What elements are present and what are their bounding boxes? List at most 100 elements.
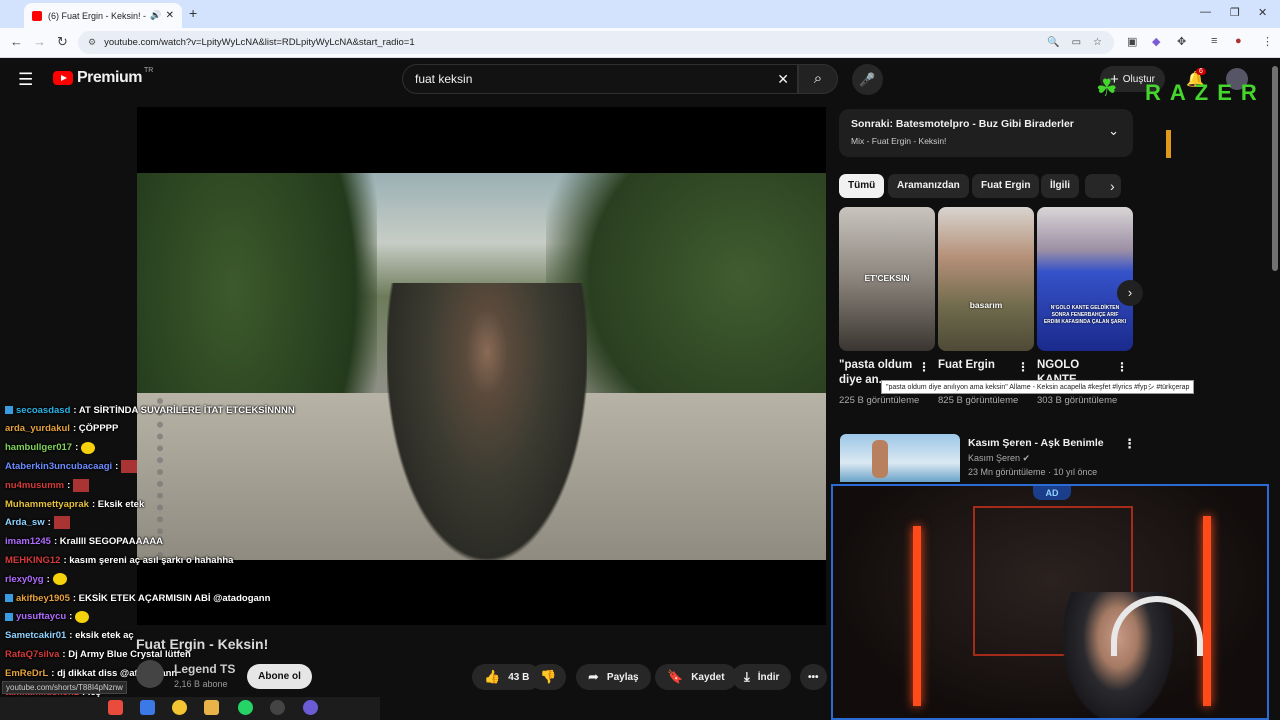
chat-message: Sametcakir01: eksik etek aç [5, 628, 134, 644]
omnibox[interactable]: ⚙ youtube.com/watch?v=LpityWyLcNA&list=R… [78, 31, 1114, 54]
related-video-title[interactable]: Kasım Şeren - Aşk Benimle [968, 437, 1104, 449]
chip-fuat-ergin[interactable]: Fuat Ergin [972, 174, 1040, 198]
chat-emote-icon [53, 516, 70, 530]
webcam-badge: AD [1033, 486, 1071, 500]
voice-search-button[interactable]: 🎤 [852, 64, 883, 95]
os-taskbar [0, 697, 380, 720]
profile-avatar-icon[interactable]: ● [1235, 35, 1242, 47]
short-thumbnail[interactable]: basarım [938, 207, 1034, 351]
taskbar-app-icon[interactable] [270, 700, 285, 715]
chevron-right-icon[interactable]: › [1110, 178, 1115, 194]
download-label: İndir [757, 671, 780, 683]
chevron-down-icon[interactable]: ⌄ [1108, 123, 1119, 139]
share-button[interactable]: ➦ Paylaş [576, 664, 651, 690]
extensions-puzzle-icon[interactable]: ✥ [1177, 35, 1186, 48]
short-thumbnail[interactable]: ET'CEKSIN [839, 207, 935, 351]
chat-message: akifbey1905: EKSİK ETEK AÇARMISIN ABİ @a… [5, 590, 270, 606]
chat-message: Arda_sw : [5, 515, 70, 531]
short-caption: N'GOLO KANTE GELDİKTEN SONRA FENERBAHÇE … [1043, 305, 1127, 325]
video-thumbnail[interactable] [840, 434, 960, 482]
youtube-logo[interactable]: Premium TR [53, 66, 154, 87]
search-input[interactable]: fuat keksin ✕ [402, 64, 798, 94]
audio-playing-icon[interactable]: 🔊 [150, 10, 161, 21]
site-info-icon[interactable]: ⚙ [88, 37, 96, 48]
chat-username: rlexy0yg [5, 573, 44, 585]
minimize-button[interactable]: — [1200, 6, 1211, 18]
tab-close-icon[interactable]: ✕ [166, 10, 174, 21]
channel-avatar[interactable] [136, 660, 164, 688]
clear-search-icon[interactable]: ✕ [777, 71, 789, 88]
back-button[interactable]: ← [10, 34, 23, 49]
chat-username: hambullger017 [5, 442, 73, 454]
new-tab-button[interactable]: + [189, 5, 197, 21]
taskbar-app-icon[interactable] [140, 700, 155, 715]
chip-from-search[interactable]: Aramanızdan [888, 174, 969, 198]
zoom-icon[interactable]: 🔍 [1047, 37, 1059, 48]
more-actions-button[interactable]: ••• [800, 664, 827, 690]
cast-icon[interactable]: ▭ [1072, 37, 1081, 48]
reading-list-icon[interactable]: ≡ [1211, 35, 1217, 47]
related-video-item[interactable]: Kasım Şeren - Aşk Benimle Kasım Şeren ✔ … [840, 434, 1136, 482]
chat-username: Ataberkin3uncubacaagi [5, 460, 113, 472]
dislike-button[interactable]: 👎 [530, 664, 567, 690]
more-options-icon[interactable]: ⋮ [1017, 360, 1029, 374]
chip-all[interactable]: Tümü [839, 174, 885, 198]
share-label: Paylaş [606, 671, 639, 683]
forward-button[interactable]: → [33, 34, 46, 49]
channel-name[interactable]: Legend TS [174, 662, 235, 676]
related-video-channel[interactable]: Kasım Şeren ✔ [968, 453, 1030, 464]
extension-icon[interactable]: ◆ [1152, 35, 1160, 48]
whatsapp-taskbar-icon[interactable] [238, 700, 253, 715]
download-button[interactable]: ⤓ İndir [732, 664, 792, 690]
chip-related[interactable]: İlgili [1041, 174, 1079, 198]
chevron-right-icon: › [1127, 285, 1133, 300]
chat-message: arda_yurdakul: ÇÖPPPP [5, 421, 118, 437]
chat-username: EmReDrL [5, 667, 49, 679]
taskbar-app-icon[interactable] [303, 700, 318, 715]
razer-overlay-logo: RAZER [1145, 80, 1266, 105]
link-hover-status: youtube.com/shorts/T88I4pNznw [2, 681, 127, 694]
subscribe-button[interactable]: Abone ol [247, 664, 312, 689]
scrollbar-thumb[interactable] [1272, 66, 1278, 271]
save-label: Kaydet [691, 671, 725, 683]
up-next-panel[interactable]: Sonraki: Batesmotelpro - Buz Gibi Birade… [839, 109, 1133, 157]
country-code: TR [143, 66, 154, 74]
more-options-icon[interactable]: ⋮ [918, 360, 930, 374]
more-options-icon[interactable]: ⋮ [1123, 436, 1136, 452]
search-value[interactable]: fuat keksin [415, 72, 777, 86]
browser-tab[interactable]: (6) Fuat Ergin - Keksin! - Yo 🔊 ✕ [24, 3, 182, 28]
chat-text: : Eksik etek [91, 498, 145, 510]
chat-username: Sametcakir01 [5, 630, 67, 642]
chat-username: yusuftaycu [16, 611, 67, 623]
reload-button[interactable]: ↻ [57, 34, 68, 50]
maximize-button[interactable]: ❐ [1230, 6, 1240, 19]
chat-emote-icon [73, 478, 90, 492]
more-options-icon[interactable]: ⋮ [1116, 360, 1128, 374]
chat-text: : eksik etek aç [69, 630, 134, 642]
taskbar-app-icon[interactable] [108, 700, 123, 715]
up-next-title: Sonraki: Batesmotelpro - Buz Gibi Birade… [851, 118, 1074, 130]
chip-more[interactable] [1085, 174, 1121, 198]
bookmark-star-icon[interactable]: ☆ [1093, 37, 1102, 48]
shorts-next-button[interactable]: › [1117, 280, 1143, 306]
url-text[interactable]: youtube.com/watch?v=LpityWyLcNA&list=RDL… [104, 37, 1047, 48]
close-window-button[interactable]: ✕ [1258, 6, 1267, 19]
chat-username: nu4musumm [5, 479, 65, 491]
tab-title: (6) Fuat Ergin - Keksin! - Yo [48, 10, 147, 21]
save-button[interactable]: 🔖 Kaydet [655, 664, 737, 690]
chat-message: Muhammettyaprak: Eksik etek [5, 496, 144, 512]
video-scene-performer [387, 283, 587, 560]
chat-text: : ÇÖPPPP [72, 423, 119, 435]
thumbnail-figure [872, 440, 888, 478]
chat-username: imam1245 [5, 536, 51, 548]
chrome-taskbar-icon[interactable] [172, 700, 187, 715]
short-views: 825 B görüntüleme [938, 395, 1019, 406]
extension-icon[interactable]: ▣ [1127, 35, 1137, 48]
menu-kebab-icon[interactable]: ⋮ [1262, 35, 1273, 48]
chat-message: imam1245: Krallll SEGOPAAAAAA [5, 534, 163, 550]
chat-text: : [47, 517, 51, 529]
file-explorer-taskbar-icon[interactable] [204, 700, 219, 715]
short-thumbnail[interactable]: N'GOLO KANTE GELDİKTEN SONRA FENERBAHÇE … [1037, 207, 1133, 351]
hamburger-menu-icon[interactable]: ☰ [18, 70, 33, 90]
search-button[interactable]: ⌕ [798, 64, 838, 94]
